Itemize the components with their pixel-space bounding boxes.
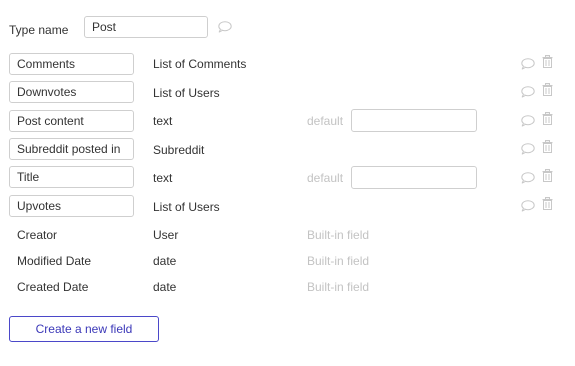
field-name-comments[interactable]: Comments <box>9 53 134 75</box>
speech-bubble-icon[interactable] <box>521 143 535 155</box>
trash-icon[interactable] <box>542 55 553 71</box>
builtin-type-created-date: date <box>153 280 177 294</box>
trash-icon[interactable] <box>542 112 553 128</box>
field-type-subreddit: Subreddit <box>153 143 205 157</box>
builtin-type-creator: User <box>153 228 179 242</box>
default-label: default <box>307 171 344 185</box>
field-name-downvotes[interactable]: Downvotes <box>9 81 134 103</box>
trash-icon[interactable] <box>542 140 553 156</box>
default-label: default <box>307 114 344 128</box>
trash-icon[interactable] <box>542 83 553 99</box>
field-type-comments: List of Comments <box>153 57 247 71</box>
builtin-field-modified-date: Modified Date <box>17 254 92 268</box>
speech-bubble-icon[interactable] <box>218 21 232 33</box>
builtin-field-creator: Creator <box>17 228 58 242</box>
builtin-field-created-date: Created Date <box>17 280 89 294</box>
field-name-subreddit[interactable]: Subreddit posted in <box>9 138 134 160</box>
default-value-input[interactable] <box>351 166 477 189</box>
builtin-field-note: Built-in field <box>307 228 370 242</box>
field-type-title: text <box>153 171 173 185</box>
builtin-field-note: Built-in field <box>307 254 370 268</box>
field-name-upvotes[interactable]: Upvotes <box>9 195 134 217</box>
speech-bubble-icon[interactable] <box>521 86 535 98</box>
builtin-field-note: Built-in field <box>307 280 370 294</box>
speech-bubble-icon[interactable] <box>521 115 535 127</box>
default-value-input[interactable] <box>351 109 477 132</box>
trash-icon[interactable] <box>542 197 553 213</box>
trash-icon[interactable] <box>542 169 553 185</box>
field-name-title[interactable]: Title <box>9 166 134 188</box>
builtin-type-modified-date: date <box>153 254 177 268</box>
type-name-label: Type name <box>9 23 69 37</box>
speech-bubble-icon[interactable] <box>521 200 535 212</box>
create-new-field-button[interactable]: Create a new field <box>9 316 159 342</box>
field-name-post-content[interactable]: Post content <box>9 110 134 132</box>
field-type-upvotes: List of Users <box>153 200 220 214</box>
field-type-downvotes: List of Users <box>153 86 220 100</box>
type-name-input[interactable] <box>84 16 208 38</box>
field-type-post-content: text <box>153 114 173 128</box>
speech-bubble-icon[interactable] <box>521 58 535 70</box>
speech-bubble-icon[interactable] <box>521 172 535 184</box>
